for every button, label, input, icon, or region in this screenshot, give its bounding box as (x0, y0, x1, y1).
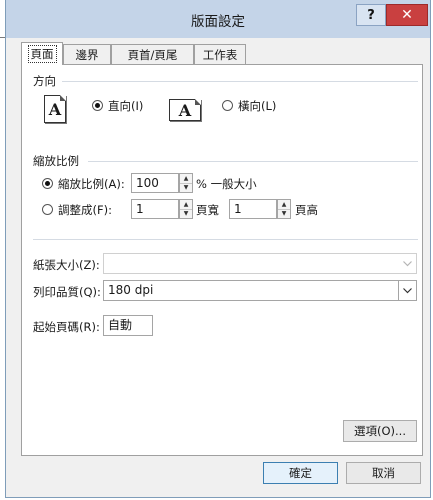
ok-button[interactable]: 確定 (263, 462, 338, 484)
scale-percent-suffix: % 一般大小 (196, 177, 257, 191)
portrait-label[interactable]: 直向(I) (108, 98, 143, 114)
fit-to-label[interactable]: 調整成(F): (58, 202, 112, 218)
page-setup-dialog: 版面設定 ? ✕ 頁面 邊界 頁首/頁尾 工作表 方向 A 直向(I) A 橫向… (5, 0, 431, 498)
print-quality-value: 180 dpi (108, 283, 154, 297)
paper-divider (33, 239, 418, 240)
tab-label: 邊界 (75, 47, 99, 62)
help-button[interactable]: ? (356, 4, 386, 26)
tab-sheet[interactable]: 工作表 (194, 44, 246, 64)
first-page-number-input[interactable]: 自動 (103, 315, 153, 336)
scale-percent-input[interactable]: 100 (131, 173, 179, 193)
chevron-down-icon (398, 281, 416, 300)
tab-margins[interactable]: 邊界 (63, 44, 111, 64)
close-button[interactable]: ✕ (386, 4, 428, 26)
fit-pages-wide-input[interactable]: 1 (131, 199, 179, 219)
tab-label: 工作表 (202, 47, 238, 62)
fit-pages-wide-spinner[interactable]: ▲ ▼ (179, 199, 193, 219)
print-quality-label: 列印品質(Q): (33, 285, 101, 299)
paper-size-label: 紙張大小(Z): (33, 258, 100, 272)
options-button[interactable]: 選項(O)... (343, 420, 417, 442)
orientation-group-label: 方向 (33, 74, 56, 88)
tab-panel-page: 方向 A 直向(I) A 橫向(L) 縮放比例 縮放比例(A): 100 ▲ ▼… (21, 64, 423, 456)
orientation-divider (62, 81, 418, 82)
tab-page[interactable]: 頁面 (21, 42, 63, 65)
tab-label: 頁面 (27, 45, 57, 63)
print-quality-select[interactable]: 180 dpi (103, 280, 417, 301)
scaling-group-label: 縮放比例 (33, 154, 79, 168)
fit-pages-tall-input[interactable]: 1 (229, 199, 277, 219)
title-bar[interactable]: 版面設定 ? ✕ (6, 0, 430, 38)
spin-down-icon[interactable]: ▼ (180, 209, 192, 218)
spin-down-icon[interactable]: ▼ (278, 209, 290, 218)
cancel-button[interactable]: 取消 (346, 462, 421, 484)
landscape-label[interactable]: 橫向(L) (238, 98, 276, 114)
chevron-down-icon (399, 254, 416, 273)
fit-to-radio[interactable] (42, 204, 53, 215)
tab-label: 頁首/頁尾 (127, 47, 178, 62)
tab-header-footer[interactable]: 頁首/頁尾 (111, 44, 194, 64)
fit-pages-wide-suffix: 頁寬 (196, 203, 219, 217)
landscape-radio[interactable] (222, 100, 233, 111)
close-icon: ✕ (401, 7, 413, 23)
spin-down-icon[interactable]: ▼ (180, 183, 192, 192)
landscape-page-icon: A (169, 99, 201, 121)
scale-percent-spinner[interactable]: ▲ ▼ (179, 173, 193, 193)
scaling-divider (88, 161, 418, 162)
help-icon: ? (367, 7, 375, 23)
fit-pages-tall-spinner[interactable]: ▲ ▼ (277, 199, 291, 219)
first-page-number-label: 起始頁碼(R): (33, 320, 100, 334)
portrait-page-icon: A (44, 95, 66, 123)
paper-size-select[interactable] (103, 253, 417, 274)
adjust-to-radio[interactable] (42, 178, 53, 189)
fit-pages-tall-suffix: 頁高 (295, 203, 318, 217)
portrait-radio[interactable] (92, 100, 103, 111)
adjust-to-label[interactable]: 縮放比例(A): (58, 176, 125, 192)
